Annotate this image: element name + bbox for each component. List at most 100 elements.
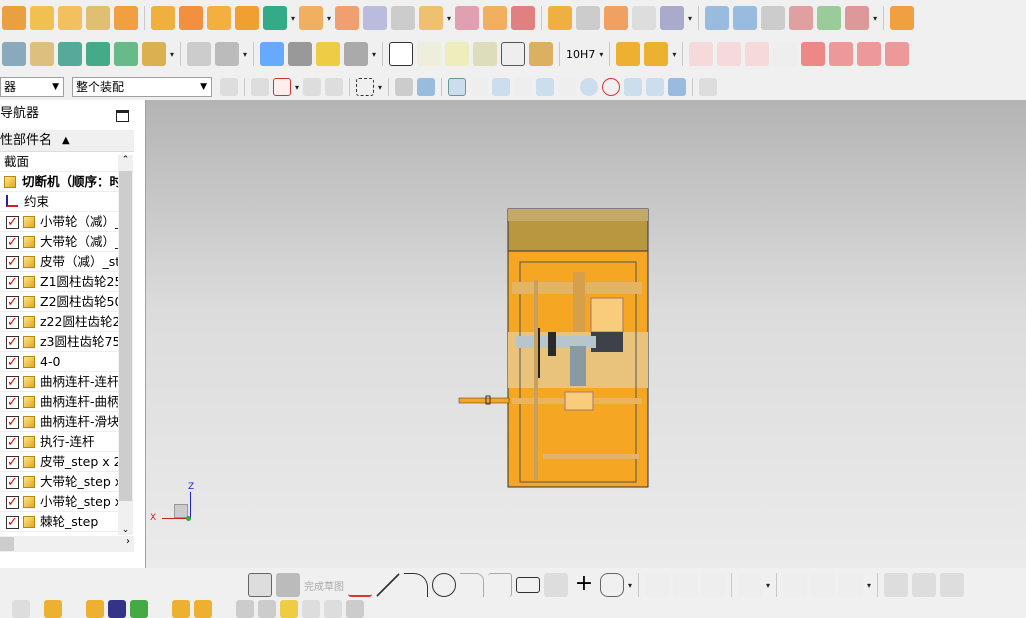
tangent-icon[interactable]: [558, 78, 577, 96]
bolt-icon[interactable]: [260, 42, 285, 66]
selection-filter-dropdown[interactable]: 器 ▼: [0, 77, 64, 97]
show-constraints-icon[interactable]: [884, 573, 909, 597]
tree-item[interactable]: ✓ 小带轮（减）_: [0, 212, 118, 232]
surface-analysis-icon[interactable]: [215, 42, 240, 66]
assembly-filter-icon[interactable]: [220, 78, 238, 96]
table-icon[interactable]: [417, 42, 442, 66]
fit-tolerance-button[interactable]: 10H7: [566, 48, 595, 61]
horizontal-scrollbar[interactable]: ›: [0, 536, 134, 552]
tree-item[interactable]: ✓ 大带轮_step x: [0, 472, 118, 492]
midpoint-icon[interactable]: [492, 78, 511, 96]
finish-flag-icon[interactable]: [276, 573, 300, 597]
make-corner-icon[interactable]: [701, 573, 726, 597]
lock-assembly-icon[interactable]: [616, 42, 641, 66]
tree-item[interactable]: ✓ Z2圆柱齿轮50: [0, 292, 118, 312]
extrude-icon[interactable]: [58, 6, 82, 30]
x-form-icon[interactable]: [817, 6, 842, 30]
draft-icon[interactable]: [419, 6, 444, 30]
hammer-icon[interactable]: [86, 42, 110, 66]
mesh-icon[interactable]: [604, 6, 629, 30]
visibility-checkbox[interactable]: ✓: [6, 336, 19, 349]
move-face-icon[interactable]: [151, 6, 175, 30]
spring-icon[interactable]: [288, 42, 313, 66]
sequence-icon[interactable]: [302, 600, 320, 618]
styled-blend-icon[interactable]: [845, 6, 870, 30]
snap-point-icon[interactable]: [448, 78, 467, 96]
hole-icon[interactable]: [511, 6, 536, 30]
tree-item[interactable]: 截面: [0, 152, 118, 172]
center-icon[interactable]: [580, 78, 599, 96]
visibility-checkbox[interactable]: ✓: [6, 216, 19, 229]
control-point-icon[interactable]: [514, 78, 533, 96]
move-component-icon[interactable]: [86, 600, 104, 618]
visibility-checkbox[interactable]: ✓: [6, 456, 19, 469]
circle-icon[interactable]: [432, 573, 456, 597]
lock-components-icon[interactable]: [644, 42, 669, 66]
finish-sketch-button[interactable]: 完成草图: [304, 578, 344, 593]
constraint-component-icon[interactable]: [108, 600, 126, 618]
project-icon[interactable]: [829, 42, 854, 66]
line-icon[interactable]: [689, 42, 714, 66]
vertical-scrollbar[interactable]: ⌃ ⌄: [118, 155, 133, 535]
rectangle-select-icon[interactable]: [356, 78, 375, 96]
mirror-icon[interactable]: [130, 600, 148, 618]
tree-item[interactable]: ✓ 曲柄连杆-曲柄: [0, 392, 118, 412]
constraint-icon[interactable]: [783, 573, 808, 597]
shell-icon[interactable]: [114, 6, 138, 30]
studio-surface-icon[interactable]: [705, 6, 730, 30]
visibility-checkbox[interactable]: ✓: [6, 236, 19, 249]
clearance-icon[interactable]: [346, 600, 364, 618]
visibility-checkbox[interactable]: ✓: [6, 516, 19, 529]
layer-icon[interactable]: [2, 42, 26, 66]
swoop-icon[interactable]: [789, 6, 814, 30]
hide-icon[interactable]: [417, 78, 436, 96]
unite-icon[interactable]: [235, 6, 259, 30]
chamfer-icon[interactable]: [483, 6, 508, 30]
intersection-icon[interactable]: [536, 78, 555, 96]
arc-icon[interactable]: [717, 42, 742, 66]
edge-blend-icon[interactable]: [455, 6, 480, 30]
extract-icon[interactable]: [885, 42, 910, 66]
profile-icon[interactable]: [773, 42, 798, 66]
bounded-plane-icon[interactable]: [660, 6, 685, 30]
new-part-icon[interactable]: [12, 600, 30, 618]
through-curves-icon[interactable]: [733, 6, 758, 30]
bearing-icon[interactable]: [316, 42, 341, 66]
visibility-checkbox[interactable]: ✓: [6, 396, 19, 409]
tree-item[interactable]: ✓ 皮带（减）_ste: [0, 252, 118, 272]
dimension-icon[interactable]: [738, 573, 763, 597]
tree-item[interactable]: ✓ Z1圆柱齿轮25: [0, 272, 118, 292]
tree-item[interactable]: ✓ 大带轮（减）_: [0, 232, 118, 252]
assembly-check-icon[interactable]: [114, 42, 138, 66]
visibility-checkbox[interactable]: ✓: [6, 256, 19, 269]
fillet-icon[interactable]: [460, 573, 484, 597]
offset-icon[interactable]: [600, 573, 624, 597]
reference-set-icon[interactable]: [236, 600, 254, 618]
polygon-icon[interactable]: [544, 573, 568, 597]
pattern-feature-icon[interactable]: [207, 6, 231, 30]
visibility-checkbox[interactable]: ✓: [6, 376, 19, 389]
spline-icon[interactable]: [745, 42, 770, 66]
point-icon[interactable]: +: [572, 573, 596, 597]
symbol-icon[interactable]: [473, 42, 498, 66]
offset-icon[interactable]: [335, 6, 360, 30]
grid-icon[interactable]: [445, 42, 470, 66]
on-curve-icon[interactable]: [646, 78, 665, 96]
visibility-checkbox[interactable]: ✓: [6, 356, 19, 369]
quick-extend-icon[interactable]: [673, 573, 698, 597]
sheet-icon[interactable]: [363, 6, 388, 30]
trim-body-icon[interactable]: [299, 6, 324, 30]
visibility-checkbox[interactable]: ✓: [6, 316, 19, 329]
point-filter-icon[interactable]: [273, 78, 291, 96]
filter-icon[interactable]: [251, 78, 269, 96]
text-icon[interactable]: [501, 42, 526, 66]
curve-analysis-icon[interactable]: [187, 42, 212, 66]
chamfer-icon[interactable]: [488, 573, 512, 597]
tree-item[interactable]: ✓ 曲柄连杆-滑块: [0, 412, 118, 432]
add-component-icon[interactable]: [44, 600, 62, 618]
rectangle-icon[interactable]: [516, 577, 540, 593]
tree-item[interactable]: ✓ 皮带_step x 2: [0, 452, 118, 472]
on-surface-icon[interactable]: [668, 78, 687, 96]
arc-icon[interactable]: [404, 573, 428, 597]
swept-icon[interactable]: [632, 6, 657, 30]
